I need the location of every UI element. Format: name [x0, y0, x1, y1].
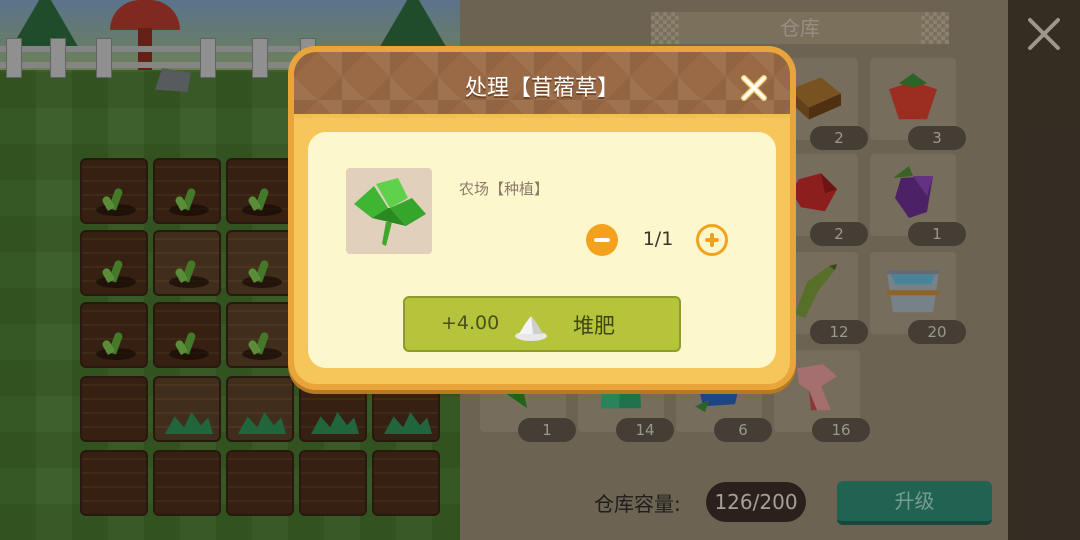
item-count: 20 [908, 320, 966, 344]
farm-plot[interactable] [153, 302, 221, 368]
farm-plot[interactable] [226, 376, 294, 442]
compost-button[interactable]: +4.00 堆肥 [403, 296, 681, 352]
item-count: 3 [908, 126, 966, 150]
capacity-label: 仓库容量: [594, 492, 681, 516]
strawberry-icon [889, 73, 937, 120]
item-count: 2 [810, 126, 868, 150]
farm-plot[interactable] [80, 230, 148, 296]
warehouse-slot-strawberry[interactable]: 3 [870, 58, 966, 150]
pink-ribbon-icon [797, 364, 837, 411]
close-icon[interactable] [1022, 12, 1066, 56]
minus-icon[interactable] [586, 224, 618, 256]
clover-icon [354, 178, 426, 246]
item-count: 6 [714, 418, 772, 442]
process-dialog: 处理【苜蓿草】 农场【种植】 1/1 +4.00 堆肥 [288, 46, 796, 390]
item-count: 14 [616, 418, 674, 442]
item-tile [346, 168, 432, 254]
capacity-value: 126/200 [706, 482, 806, 522]
warehouse-slot-water-bucket[interactable]: 20 [870, 252, 966, 344]
farm-plot[interactable] [372, 450, 440, 516]
farm-plot[interactable] [153, 376, 221, 442]
plus-icon[interactable] [696, 224, 728, 256]
farm-plot[interactable] [226, 158, 294, 224]
farm-plot[interactable] [299, 450, 367, 516]
quantity-value: 1/1 [642, 228, 674, 250]
dialog-close-icon[interactable] [738, 72, 770, 104]
farm-plot[interactable] [226, 450, 294, 516]
compost-amount: +4.00 [441, 312, 500, 334]
grape-icon [893, 166, 933, 218]
warehouse-slot-grape[interactable]: 1 [870, 154, 966, 246]
item-count: 2 [810, 222, 868, 246]
compost-label: 堆肥 [573, 314, 615, 338]
warehouse-title-bar: 仓库 [651, 12, 949, 44]
item-source-label: 农场【种植】 [459, 180, 550, 198]
farm-plot[interactable] [153, 450, 221, 516]
farm-plot[interactable] [226, 302, 294, 368]
compost-icon [515, 316, 547, 341]
dialog-header: 处理【苜蓿草】 [294, 52, 790, 118]
dialog-title: 处理【苜蓿草】 [464, 76, 619, 101]
farm-plot[interactable] [80, 158, 148, 224]
farm-plot[interactable] [80, 376, 148, 442]
farm-plot[interactable] [153, 230, 221, 296]
item-count: 12 [810, 320, 868, 344]
right-bar [1008, 0, 1080, 540]
dialog-body: 农场【种植】 1/1 +4.00 堆肥 [308, 132, 776, 368]
farm-plot[interactable] [80, 302, 148, 368]
warehouse-title: 仓库 [780, 16, 820, 40]
water-bucket-icon [887, 270, 939, 313]
farm-plot[interactable] [80, 450, 148, 516]
item-count: 1 [518, 418, 576, 442]
upgrade-button[interactable]: 升级 [837, 481, 992, 525]
farm-plot[interactable] [226, 230, 294, 296]
farm-plot[interactable] [153, 158, 221, 224]
item-count: 16 [812, 418, 870, 442]
item-count: 1 [908, 222, 966, 246]
